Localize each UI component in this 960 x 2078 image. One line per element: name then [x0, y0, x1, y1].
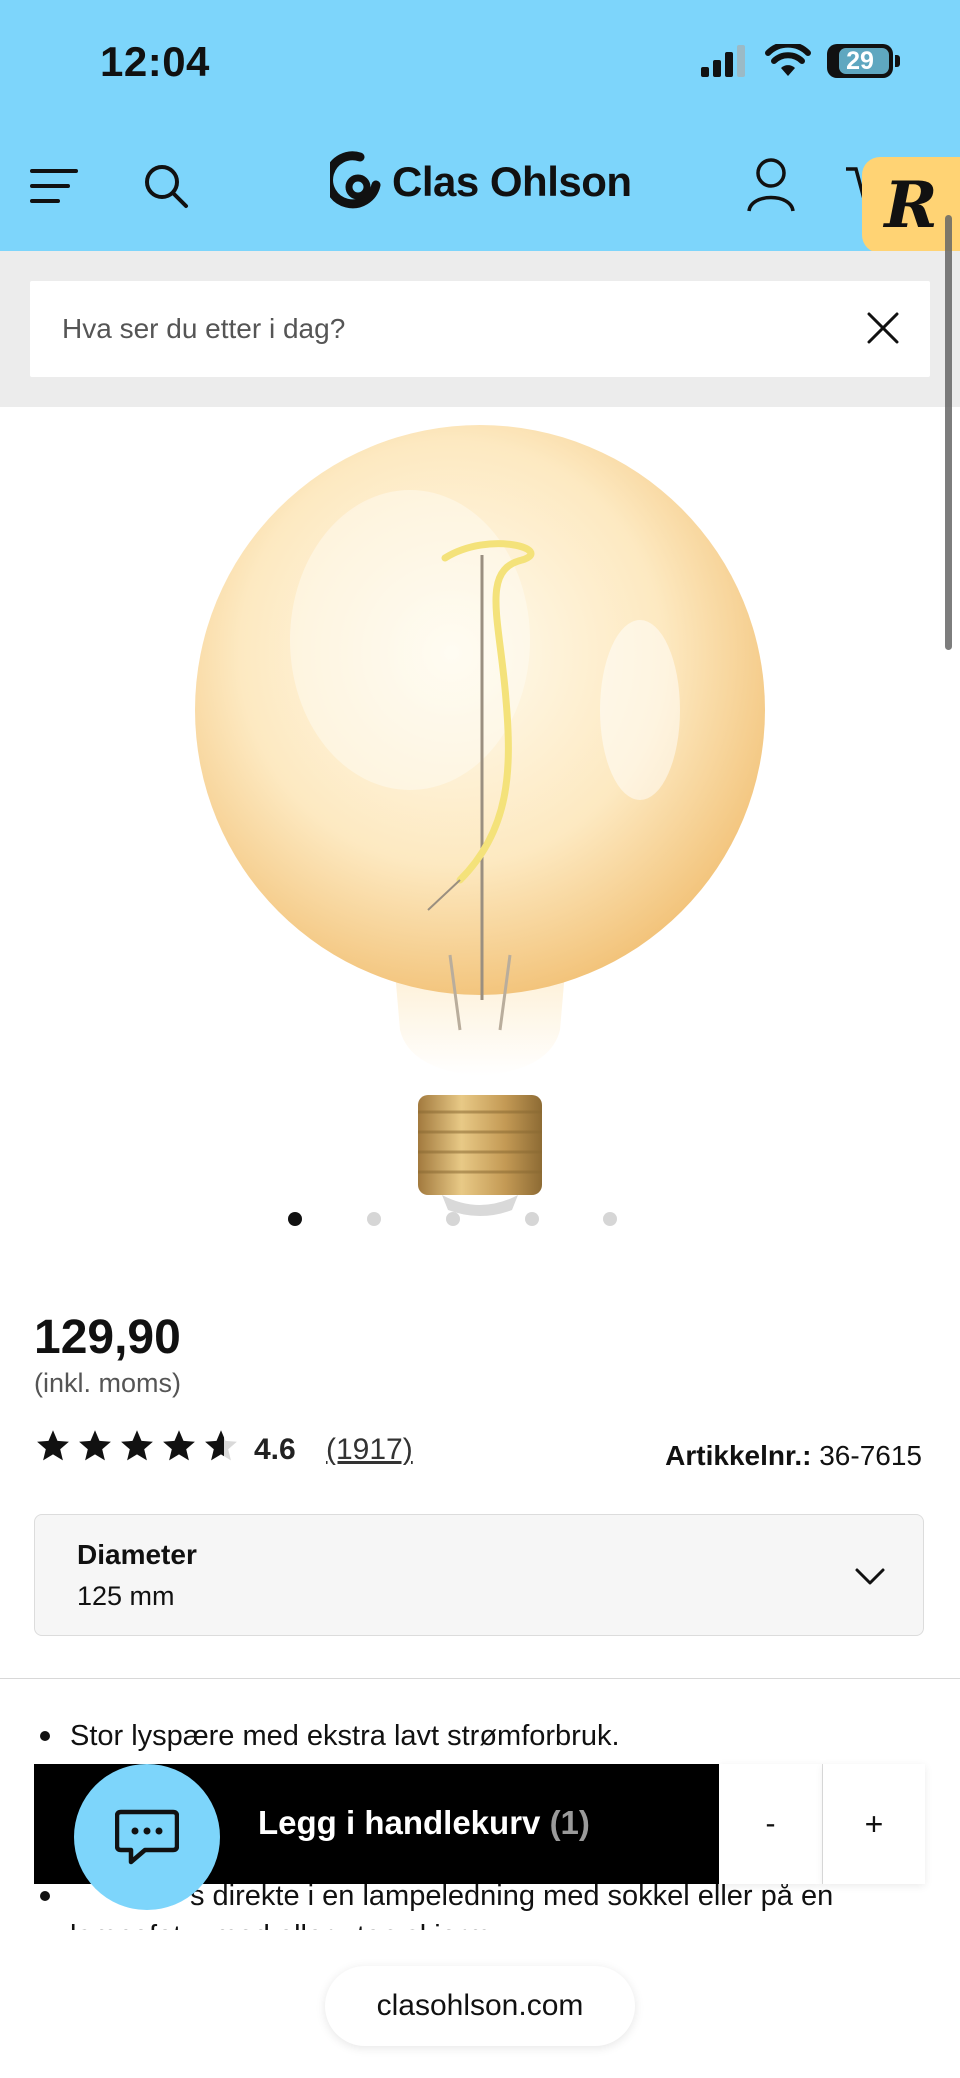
chevron-down-icon — [855, 1568, 885, 1585]
diameter-select[interactable]: Diameter 125 mm — [34, 1514, 924, 1636]
star-icon — [121, 1430, 153, 1461]
brand-logo[interactable]: Clas Ohlson — [330, 151, 632, 213]
signal-icon — [701, 45, 745, 77]
search-input[interactable]: Hva ser du etter i dag? — [30, 281, 930, 377]
rating-stars — [34, 1428, 240, 1464]
menu-icon[interactable] — [30, 165, 82, 207]
nav-bar: Clas Ohlson — [0, 145, 960, 230]
chat-icon — [115, 1809, 179, 1865]
battery-level: 29 — [846, 46, 874, 75]
search-icon[interactable] — [143, 163, 189, 209]
list-item: Stor lyspære med ekstra lavt strømforbru… — [34, 1716, 934, 1756]
user-icon[interactable] — [746, 157, 796, 213]
chat-button[interactable] — [74, 1764, 220, 1910]
scrollbar[interactable] — [945, 215, 952, 650]
divider — [0, 1678, 960, 1679]
product-image[interactable] — [160, 410, 800, 1230]
star-icon — [163, 1430, 195, 1461]
battery-icon: 29 — [827, 44, 893, 78]
gallery-pagination — [0, 1212, 960, 1232]
star-icon — [37, 1430, 69, 1461]
gallery-dot[interactable] — [525, 1212, 539, 1226]
status-icons: 29 — [701, 44, 900, 78]
variant-value: 125 mm — [77, 1581, 175, 1611]
close-icon[interactable] — [866, 311, 900, 345]
article-number-value: 36-7615 — [819, 1440, 922, 1471]
gallery-dot[interactable] — [603, 1212, 617, 1226]
star-half-icon — [205, 1430, 237, 1461]
article-label: Artikkelnr.: — [665, 1440, 812, 1471]
gallery-dot[interactable] — [288, 1212, 302, 1226]
gallery-dot[interactable] — [446, 1212, 460, 1226]
quantity-increase-button[interactable]: + — [823, 1764, 925, 1884]
product-description: Stor lyspære med ekstra lavt strømforbru… — [34, 1716, 934, 1952]
price-vat-note: (inkl. moms) — [34, 1368, 181, 1398]
address-bar[interactable]: clasohlson.com — [325, 1966, 635, 2046]
search-section: Hva ser du etter i dag? — [0, 251, 960, 407]
gallery-dot[interactable] — [367, 1212, 381, 1226]
quantity-decrease-button[interactable]: - — [719, 1764, 823, 1884]
cart-count: (1) — [549, 1804, 590, 1841]
cart-label-text: Legg i handlekurv — [258, 1804, 541, 1841]
clas-ohlson-logo-icon — [330, 151, 381, 209]
product-price: 129,90 — [34, 1311, 181, 1364]
brand-name: Clas Ohlson — [392, 158, 632, 205]
wifi-icon — [765, 44, 811, 76]
star-icon — [79, 1430, 111, 1461]
variant-label: Diameter — [77, 1539, 197, 1570]
article-number: Artikkelnr.: 36-7615 — [665, 1440, 922, 1472]
rating-value: 4.6 — [254, 1433, 296, 1466]
app-header: 12:04 29 Clas Ohlson — [0, 0, 960, 251]
search-placeholder: Hva ser du etter i dag? — [62, 313, 346, 344]
add-to-cart-label: Legg i handlekurv (1) — [258, 1804, 590, 1842]
review-count-link[interactable]: (1917) — [326, 1433, 413, 1467]
status-time: 12:04 — [100, 38, 210, 85]
